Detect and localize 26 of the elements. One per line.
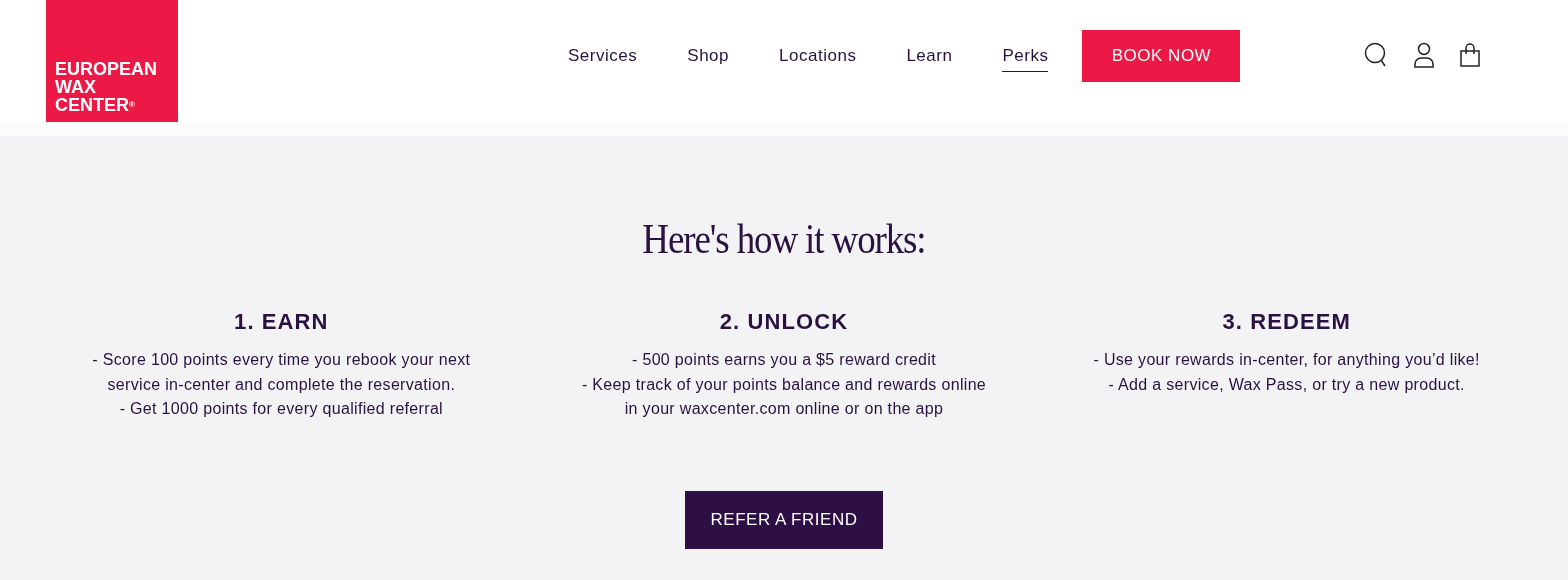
step-description: service in-center and complete the reservation. <box>107 374 456 395</box>
step-title: 1. EARN <box>234 308 329 336</box>
nav-link[interactable]: Perks <box>1002 40 1049 72</box>
logo-text: CENTER$^{®}$ <box>55 96 136 114</box>
section-heading: Here's how it works: <box>642 215 926 264</box>
nav-link[interactable]: Shop <box>687 40 730 72</box>
step-description: - 500 points earns you a $5 reward credit <box>632 350 936 370</box>
step-description: - Keep track of your points balance and rewards online <box>581 374 987 395</box>
nav-link[interactable]: Services <box>568 40 638 72</box>
logo-text: WAX <box>55 78 97 96</box>
step-description: in your waxcenter.com online or on the app <box>624 399 944 419</box>
step-description: - Add a service, Wax Pass, or try a new product. <box>1108 374 1465 395</box>
refer-a-friend-button[interactable]: REFER A FRIEND <box>685 490 883 549</box>
step-description: - Use your rewards in-center, for anything you’d like! <box>1093 350 1480 370</box>
shopping-bag-icon[interactable] <box>1460 43 1481 67</box>
nav-link[interactable]: Learn <box>906 40 953 72</box>
book-now-button[interactable]: BOOK NOW <box>1082 30 1241 82</box>
user-icon[interactable] <box>1414 42 1435 68</box>
step-description: - Get 1000 points for every qualified referral <box>119 399 443 419</box>
nav-link[interactable]: Locations <box>779 40 857 72</box>
search-icon[interactable] <box>1364 42 1389 68</box>
logo[interactable]: EUROPEAN WAX CENTER$^{®}$ <box>46 0 178 122</box>
step-title: 2. UNLOCK <box>719 308 849 336</box>
step-title: 3. REDEEM <box>1222 308 1351 336</box>
logo-text: EUROPEAN <box>55 60 158 78</box>
step-description: - Score 100 points every time you rebook your next <box>92 350 471 370</box>
